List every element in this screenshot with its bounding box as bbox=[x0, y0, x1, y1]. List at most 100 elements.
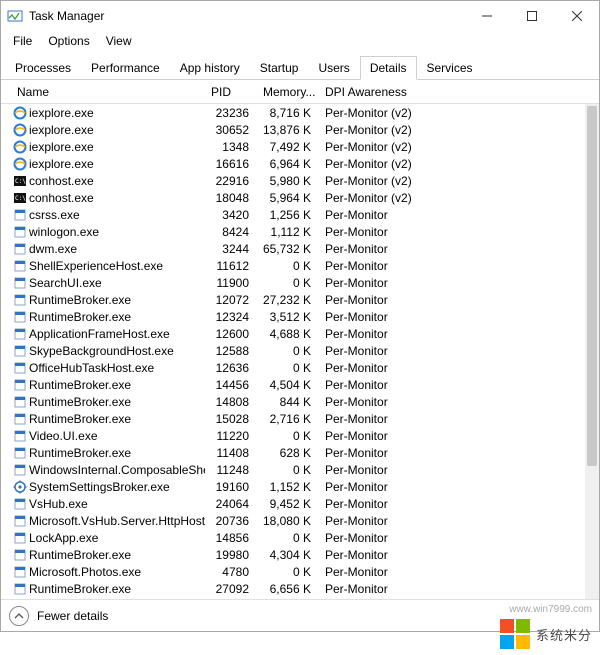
process-dpi: Per-Monitor bbox=[319, 446, 585, 460]
process-pid: 22916 bbox=[205, 174, 257, 188]
vertical-scrollbar[interactable] bbox=[585, 104, 599, 599]
process-icon: C:\ bbox=[11, 173, 29, 189]
process-icon bbox=[11, 309, 29, 325]
process-row[interactable]: Video.UI.exe112200 KPer-Monitor bbox=[1, 427, 585, 444]
process-row[interactable]: Microsoft.VsHub.Server.HttpHost...207361… bbox=[1, 512, 585, 529]
process-row[interactable]: RuntimeBroker.exe199804,304 KPer-Monitor bbox=[1, 546, 585, 563]
process-name: ShellExperienceHost.exe bbox=[29, 259, 205, 273]
process-pid: 12636 bbox=[205, 361, 257, 375]
process-name: iexplore.exe bbox=[29, 157, 205, 171]
tab-processes[interactable]: Processes bbox=[5, 56, 81, 80]
process-name: LockApp.exe bbox=[29, 531, 205, 545]
process-icon bbox=[11, 394, 29, 410]
process-pid: 8424 bbox=[205, 225, 257, 239]
process-pid: 1348 bbox=[205, 140, 257, 154]
process-row[interactable]: ApplicationFrameHost.exe126004,688 KPer-… bbox=[1, 325, 585, 342]
process-dpi: Per-Monitor bbox=[319, 378, 585, 392]
process-row[interactable]: SCNotification.exe1356812,156 KSystem bbox=[1, 597, 585, 599]
task-manager-window: Task Manager File Options View Processes… bbox=[0, 0, 600, 632]
process-row[interactable]: WindowsInternal.ComposableShell...112480… bbox=[1, 461, 585, 478]
process-row[interactable]: SearchUI.exe119000 KPer-Monitor bbox=[1, 274, 585, 291]
process-pid: 12324 bbox=[205, 310, 257, 324]
process-row[interactable]: RuntimeBroker.exe123243,512 KPer-Monitor bbox=[1, 308, 585, 325]
process-row[interactable]: Microsoft.Photos.exe47800 KPer-Monitor bbox=[1, 563, 585, 580]
process-row[interactable]: LockApp.exe148560 KPer-Monitor bbox=[1, 529, 585, 546]
col-name[interactable]: Name bbox=[11, 85, 205, 99]
process-pid: 19980 bbox=[205, 548, 257, 562]
process-icon bbox=[11, 598, 29, 600]
process-dpi: Per-Monitor bbox=[319, 497, 585, 511]
process-memory: 13,876 K bbox=[257, 123, 319, 137]
process-memory: 5,980 K bbox=[257, 174, 319, 188]
process-row[interactable]: dwm.exe324465,732 KPer-Monitor bbox=[1, 240, 585, 257]
process-dpi: Per-Monitor bbox=[319, 480, 585, 494]
process-dpi: Per-Monitor bbox=[319, 361, 585, 375]
process-icon bbox=[11, 139, 29, 155]
tab-startup[interactable]: Startup bbox=[250, 56, 309, 80]
process-icon bbox=[11, 241, 29, 257]
process-name: RuntimeBroker.exe bbox=[29, 412, 205, 426]
tab-performance[interactable]: Performance bbox=[81, 56, 170, 80]
fewer-details-link[interactable]: Fewer details bbox=[37, 609, 108, 623]
process-icon bbox=[11, 343, 29, 359]
col-pid[interactable]: PID bbox=[205, 85, 257, 99]
process-dpi: Per-Monitor bbox=[319, 395, 585, 409]
process-row[interactable]: C:\conhost.exe229165,980 KPer-Monitor (v… bbox=[1, 172, 585, 189]
window-title: Task Manager bbox=[29, 9, 464, 23]
close-button[interactable] bbox=[554, 1, 599, 31]
minimize-button[interactable] bbox=[464, 1, 509, 31]
process-row[interactable]: C:\conhost.exe180485,964 KPer-Monitor (v… bbox=[1, 189, 585, 206]
process-icon bbox=[11, 258, 29, 274]
col-memory[interactable]: Memory... bbox=[257, 85, 319, 99]
process-row[interactable]: SkypeBackgroundHost.exe125880 KPer-Monit… bbox=[1, 342, 585, 359]
scrollbar-thumb[interactable] bbox=[587, 106, 597, 466]
process-row[interactable]: iexplore.exe13487,492 KPer-Monitor (v2) bbox=[1, 138, 585, 155]
process-row[interactable]: ShellExperienceHost.exe116120 KPer-Monit… bbox=[1, 257, 585, 274]
col-dpi[interactable]: DPI Awareness bbox=[319, 85, 585, 99]
chevron-up-icon[interactable] bbox=[9, 606, 29, 626]
tab-details[interactable]: Details bbox=[360, 56, 417, 80]
process-memory: 18,080 K bbox=[257, 514, 319, 528]
process-row[interactable]: RuntimeBroker.exe1207227,232 KPer-Monito… bbox=[1, 291, 585, 308]
process-row[interactable]: RuntimeBroker.exe150282,716 KPer-Monitor bbox=[1, 410, 585, 427]
process-row[interactable]: OfficeHubTaskHost.exe126360 KPer-Monitor bbox=[1, 359, 585, 376]
maximize-button[interactable] bbox=[509, 1, 554, 31]
process-icon bbox=[11, 275, 29, 291]
process-pid: 23236 bbox=[205, 106, 257, 120]
process-row[interactable]: RuntimeBroker.exe270926,656 KPer-Monitor bbox=[1, 580, 585, 597]
process-memory: 65,732 K bbox=[257, 242, 319, 256]
process-row[interactable]: RuntimeBroker.exe144564,504 KPer-Monitor bbox=[1, 376, 585, 393]
process-row[interactable]: iexplore.exe232368,716 KPer-Monitor (v2) bbox=[1, 104, 585, 121]
menubar: File Options View bbox=[1, 31, 599, 51]
process-row[interactable]: SystemSettingsBroker.exe191601,152 KPer-… bbox=[1, 478, 585, 495]
process-icon: C:\ bbox=[11, 190, 29, 206]
watermark: 系统米分 bbox=[500, 619, 592, 649]
menu-options[interactable]: Options bbox=[40, 32, 97, 50]
tab-services[interactable]: Services bbox=[417, 56, 483, 80]
menu-view[interactable]: View bbox=[98, 32, 140, 50]
process-name: OfficeHubTaskHost.exe bbox=[29, 361, 205, 375]
process-row[interactable]: winlogon.exe84241,112 KPer-Monitor bbox=[1, 223, 585, 240]
process-dpi: Per-Monitor bbox=[319, 276, 585, 290]
tab-users[interactable]: Users bbox=[308, 56, 359, 80]
process-row[interactable]: RuntimeBroker.exe14808844 KPer-Monitor bbox=[1, 393, 585, 410]
process-pid: 4780 bbox=[205, 565, 257, 579]
process-dpi: Per-Monitor bbox=[319, 208, 585, 222]
process-pid: 27092 bbox=[205, 582, 257, 596]
process-row[interactable]: VsHub.exe240649,452 KPer-Monitor bbox=[1, 495, 585, 512]
titlebar[interactable]: Task Manager bbox=[1, 1, 599, 31]
process-name: SCNotification.exe bbox=[29, 599, 205, 600]
process-row[interactable]: RuntimeBroker.exe11408628 KPer-Monitor bbox=[1, 444, 585, 461]
process-dpi: Per-Monitor bbox=[319, 327, 585, 341]
process-dpi: Per-Monitor (v2) bbox=[319, 140, 585, 154]
process-name: RuntimeBroker.exe bbox=[29, 446, 205, 460]
process-pid: 11220 bbox=[205, 429, 257, 443]
process-row[interactable]: iexplore.exe3065213,876 KPer-Monitor (v2… bbox=[1, 121, 585, 138]
menu-file[interactable]: File bbox=[5, 32, 40, 50]
process-row[interactable]: csrss.exe34201,256 KPer-Monitor bbox=[1, 206, 585, 223]
process-pid: 16616 bbox=[205, 157, 257, 171]
tab-app-history[interactable]: App history bbox=[170, 56, 250, 80]
process-dpi: Per-Monitor (v2) bbox=[319, 157, 585, 171]
process-icon bbox=[11, 547, 29, 563]
process-row[interactable]: iexplore.exe166166,964 KPer-Monitor (v2) bbox=[1, 155, 585, 172]
